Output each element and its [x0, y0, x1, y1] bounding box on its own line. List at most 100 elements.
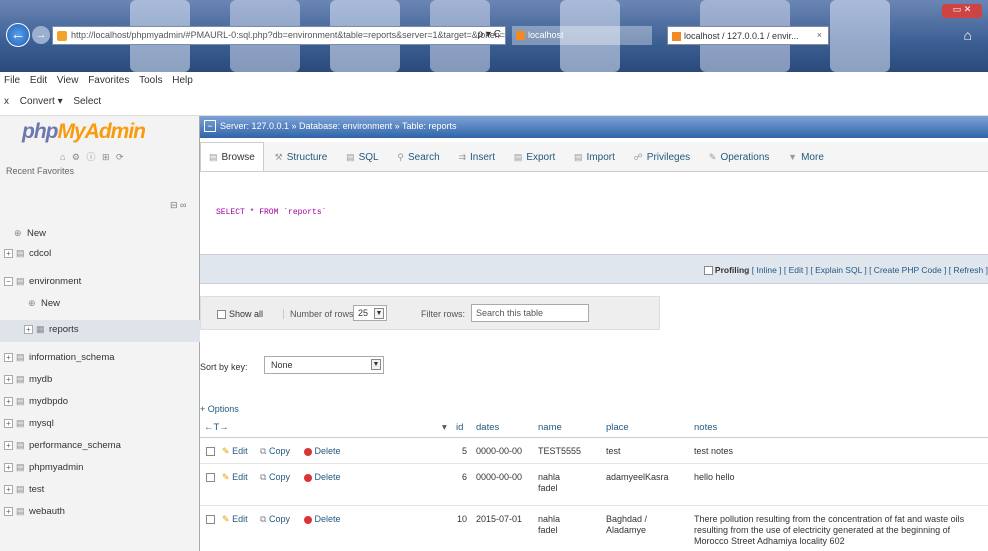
edit-button[interactable]: ✎ Edit — [222, 514, 248, 525]
cell-id[interactable]: 6 — [462, 472, 467, 482]
window-controls[interactable]: ▭ ✕ — [942, 4, 982, 18]
home-icons[interactable]: ⌂ ⚙ ⓘ ⊞ ⟳ — [60, 150, 126, 163]
row-checkbox[interactable] — [206, 515, 215, 524]
cell-place[interactable]: adamyeelKasra — [606, 472, 669, 482]
menu-file[interactable]: File — [0, 72, 23, 86]
tab-insert[interactable]: ⇉ Insert — [450, 143, 503, 171]
tree-item-new[interactable]: ⊕ New — [14, 228, 46, 246]
back-button[interactable]: ← — [6, 23, 30, 47]
cell-place[interactable]: test — [606, 446, 621, 456]
cell-id[interactable]: 5 — [462, 446, 467, 456]
tree-item-environment[interactable]: − ▤ environment — [0, 276, 81, 294]
tree-item-mydb[interactable]: + ▤ mydb — [0, 374, 52, 392]
cell-dates[interactable]: 0000-00-00 — [476, 472, 522, 482]
edit-button[interactable]: ✎ Edit — [222, 446, 248, 457]
tab-import[interactable]: ▤ Import — [566, 143, 623, 171]
expand-icon[interactable]: + — [4, 441, 13, 450]
row-checkbox[interactable] — [206, 473, 215, 482]
expand-icon[interactable]: + — [4, 507, 13, 516]
cell-place[interactable]: Baghdad / Aladamye — [606, 514, 676, 536]
tab-more[interactable]: ▼ More — [780, 143, 832, 171]
expand-icon[interactable]: + — [4, 375, 13, 384]
number-of-rows-select[interactable]: 25 ▼ — [353, 305, 387, 321]
cell-dates[interactable]: 2015-07-01 — [476, 514, 522, 524]
row-checkbox[interactable] — [206, 447, 215, 456]
home-icon[interactable]: ⌂ — [964, 27, 972, 43]
filter-rows-input[interactable]: Search this table — [471, 304, 589, 322]
tree-item-new-table[interactable]: ⊕ New — [28, 298, 60, 316]
column-header-name[interactable]: name — [538, 422, 562, 433]
profiling-checkbox[interactable] — [703, 266, 713, 276]
copy-button[interactable]: ⧉ Copy — [260, 514, 290, 525]
column-header-dates[interactable]: dates — [476, 422, 499, 433]
tree-item-mydbpdo[interactable]: + ▤ mydbpdo — [0, 396, 68, 414]
tree-item-phpmyadmin[interactable]: + ▤ phpmyadmin — [0, 462, 83, 480]
cell-id[interactable]: 10 — [457, 514, 467, 524]
show-all-checkbox[interactable] — [217, 310, 226, 320]
expand-icon[interactable]: + — [4, 249, 13, 258]
edit-button[interactable]: ✎ Edit — [222, 472, 248, 483]
options-link[interactable]: + Options — [200, 404, 239, 414]
collapse-icon[interactable]: − — [4, 277, 13, 286]
tree-item-test[interactable]: + ▤ test — [0, 484, 44, 502]
cell-dates[interactable]: 0000-00-00 — [476, 446, 522, 456]
close-tab-icon[interactable]: × — [817, 30, 822, 40]
cell-name[interactable]: TEST5555 — [538, 446, 581, 456]
tree-item-reports[interactable]: + ▦ reports — [20, 324, 79, 342]
tab-sql[interactable]: ▤ SQL — [338, 143, 387, 171]
tab-search[interactable]: ⚲ Search — [389, 143, 447, 171]
column-header-place[interactable]: place — [606, 422, 629, 433]
menu-help[interactable]: Help — [168, 72, 196, 86]
cell-name[interactable]: nahla fadel — [538, 472, 578, 494]
delete-button[interactable]: Delete — [304, 446, 341, 456]
tab-localhost[interactable]: localhost — [512, 26, 652, 45]
delete-button[interactable]: Delete — [304, 514, 341, 524]
sort-arrow-icon[interactable]: ▾ — [442, 422, 447, 433]
address-bar[interactable]: http://localhost/phpmyadmin/#PMAURL-0:sq… — [52, 26, 506, 45]
menu-favorites[interactable]: Favorites — [84, 72, 132, 86]
breadcrumb-text[interactable]: Server: 127.0.0.1 » Database: environmen… — [220, 121, 456, 131]
tree-item-webauth[interactable]: + ▤ webauth — [0, 506, 65, 524]
menu-view[interactable]: View — [53, 72, 82, 86]
collapse-panel-icon[interactable]: − — [204, 120, 216, 132]
column-arrows-icon[interactable]: ←T→ — [204, 422, 229, 433]
copy-button[interactable]: ⧉ Copy — [260, 446, 290, 457]
select-button[interactable]: Select — [69, 90, 105, 107]
tab-privileges[interactable]: ☍ Privileges — [626, 143, 698, 171]
recent-favorites-tabs[interactable]: Recent Favorites — [6, 166, 74, 176]
tree-item-cdcol[interactable]: + ▤ cdcol — [0, 248, 51, 266]
menu-tools[interactable]: Tools — [135, 72, 165, 86]
menu-edit[interactable]: Edit — [26, 72, 50, 86]
cell-notes[interactable]: hello hello — [694, 472, 735, 482]
close-bar-icon[interactable]: x — [0, 90, 13, 107]
forward-button[interactable]: → — [32, 26, 50, 44]
delete-button[interactable]: Delete — [304, 472, 341, 482]
show-all-toggle[interactable]: Show all — [217, 309, 263, 320]
expand-icon[interactable]: + — [4, 463, 13, 472]
expand-icon[interactable]: + — [4, 353, 13, 362]
tab-operations[interactable]: ✎ Operations — [701, 143, 777, 171]
expand-icon[interactable]: + — [4, 485, 13, 494]
tree-item-mysql[interactable]: + ▤ mysql — [0, 418, 54, 436]
copy-button[interactable]: ⧉ Copy — [260, 472, 290, 483]
cell-name[interactable]: nahla fadel — [538, 514, 578, 536]
address-controls[interactable]: ρ ▾ C — [478, 29, 502, 40]
phpmyadmin-logo[interactable]: phpMyAdmin — [22, 120, 146, 144]
column-header-notes[interactable]: notes — [694, 422, 717, 433]
tab-browse[interactable]: ▤ Browse — [200, 142, 264, 171]
sort-by-select[interactable]: None ▼ — [264, 356, 384, 374]
tree-item-performance-schema[interactable]: + ▤ performance_schema — [0, 440, 121, 458]
cell-notes[interactable]: test notes — [694, 446, 733, 456]
tab-structure[interactable]: ⚒ Structure — [267, 143, 336, 171]
expand-icon[interactable]: + — [24, 325, 33, 334]
tab-active[interactable]: localhost / 127.0.0.1 / envir... × — [667, 26, 829, 45]
expand-icon[interactable]: + — [4, 397, 13, 406]
convert-button[interactable]: Convert ▾ — [16, 90, 67, 107]
collapse-link-icons[interactable]: ⊟ ∞ — [170, 200, 186, 211]
expand-icon[interactable]: + — [4, 419, 13, 428]
tab-export[interactable]: ▤ Export — [506, 143, 563, 171]
tree-item-information-schema[interactable]: + ▤ information_schema — [0, 352, 115, 370]
query-action-links[interactable]: [ Inline ] [ Edit ] [ Explain SQL ] [ Cr… — [752, 265, 988, 275]
column-header-id[interactable]: id — [456, 422, 463, 433]
cell-notes[interactable]: There pollution resulting from the conce… — [694, 514, 986, 546]
